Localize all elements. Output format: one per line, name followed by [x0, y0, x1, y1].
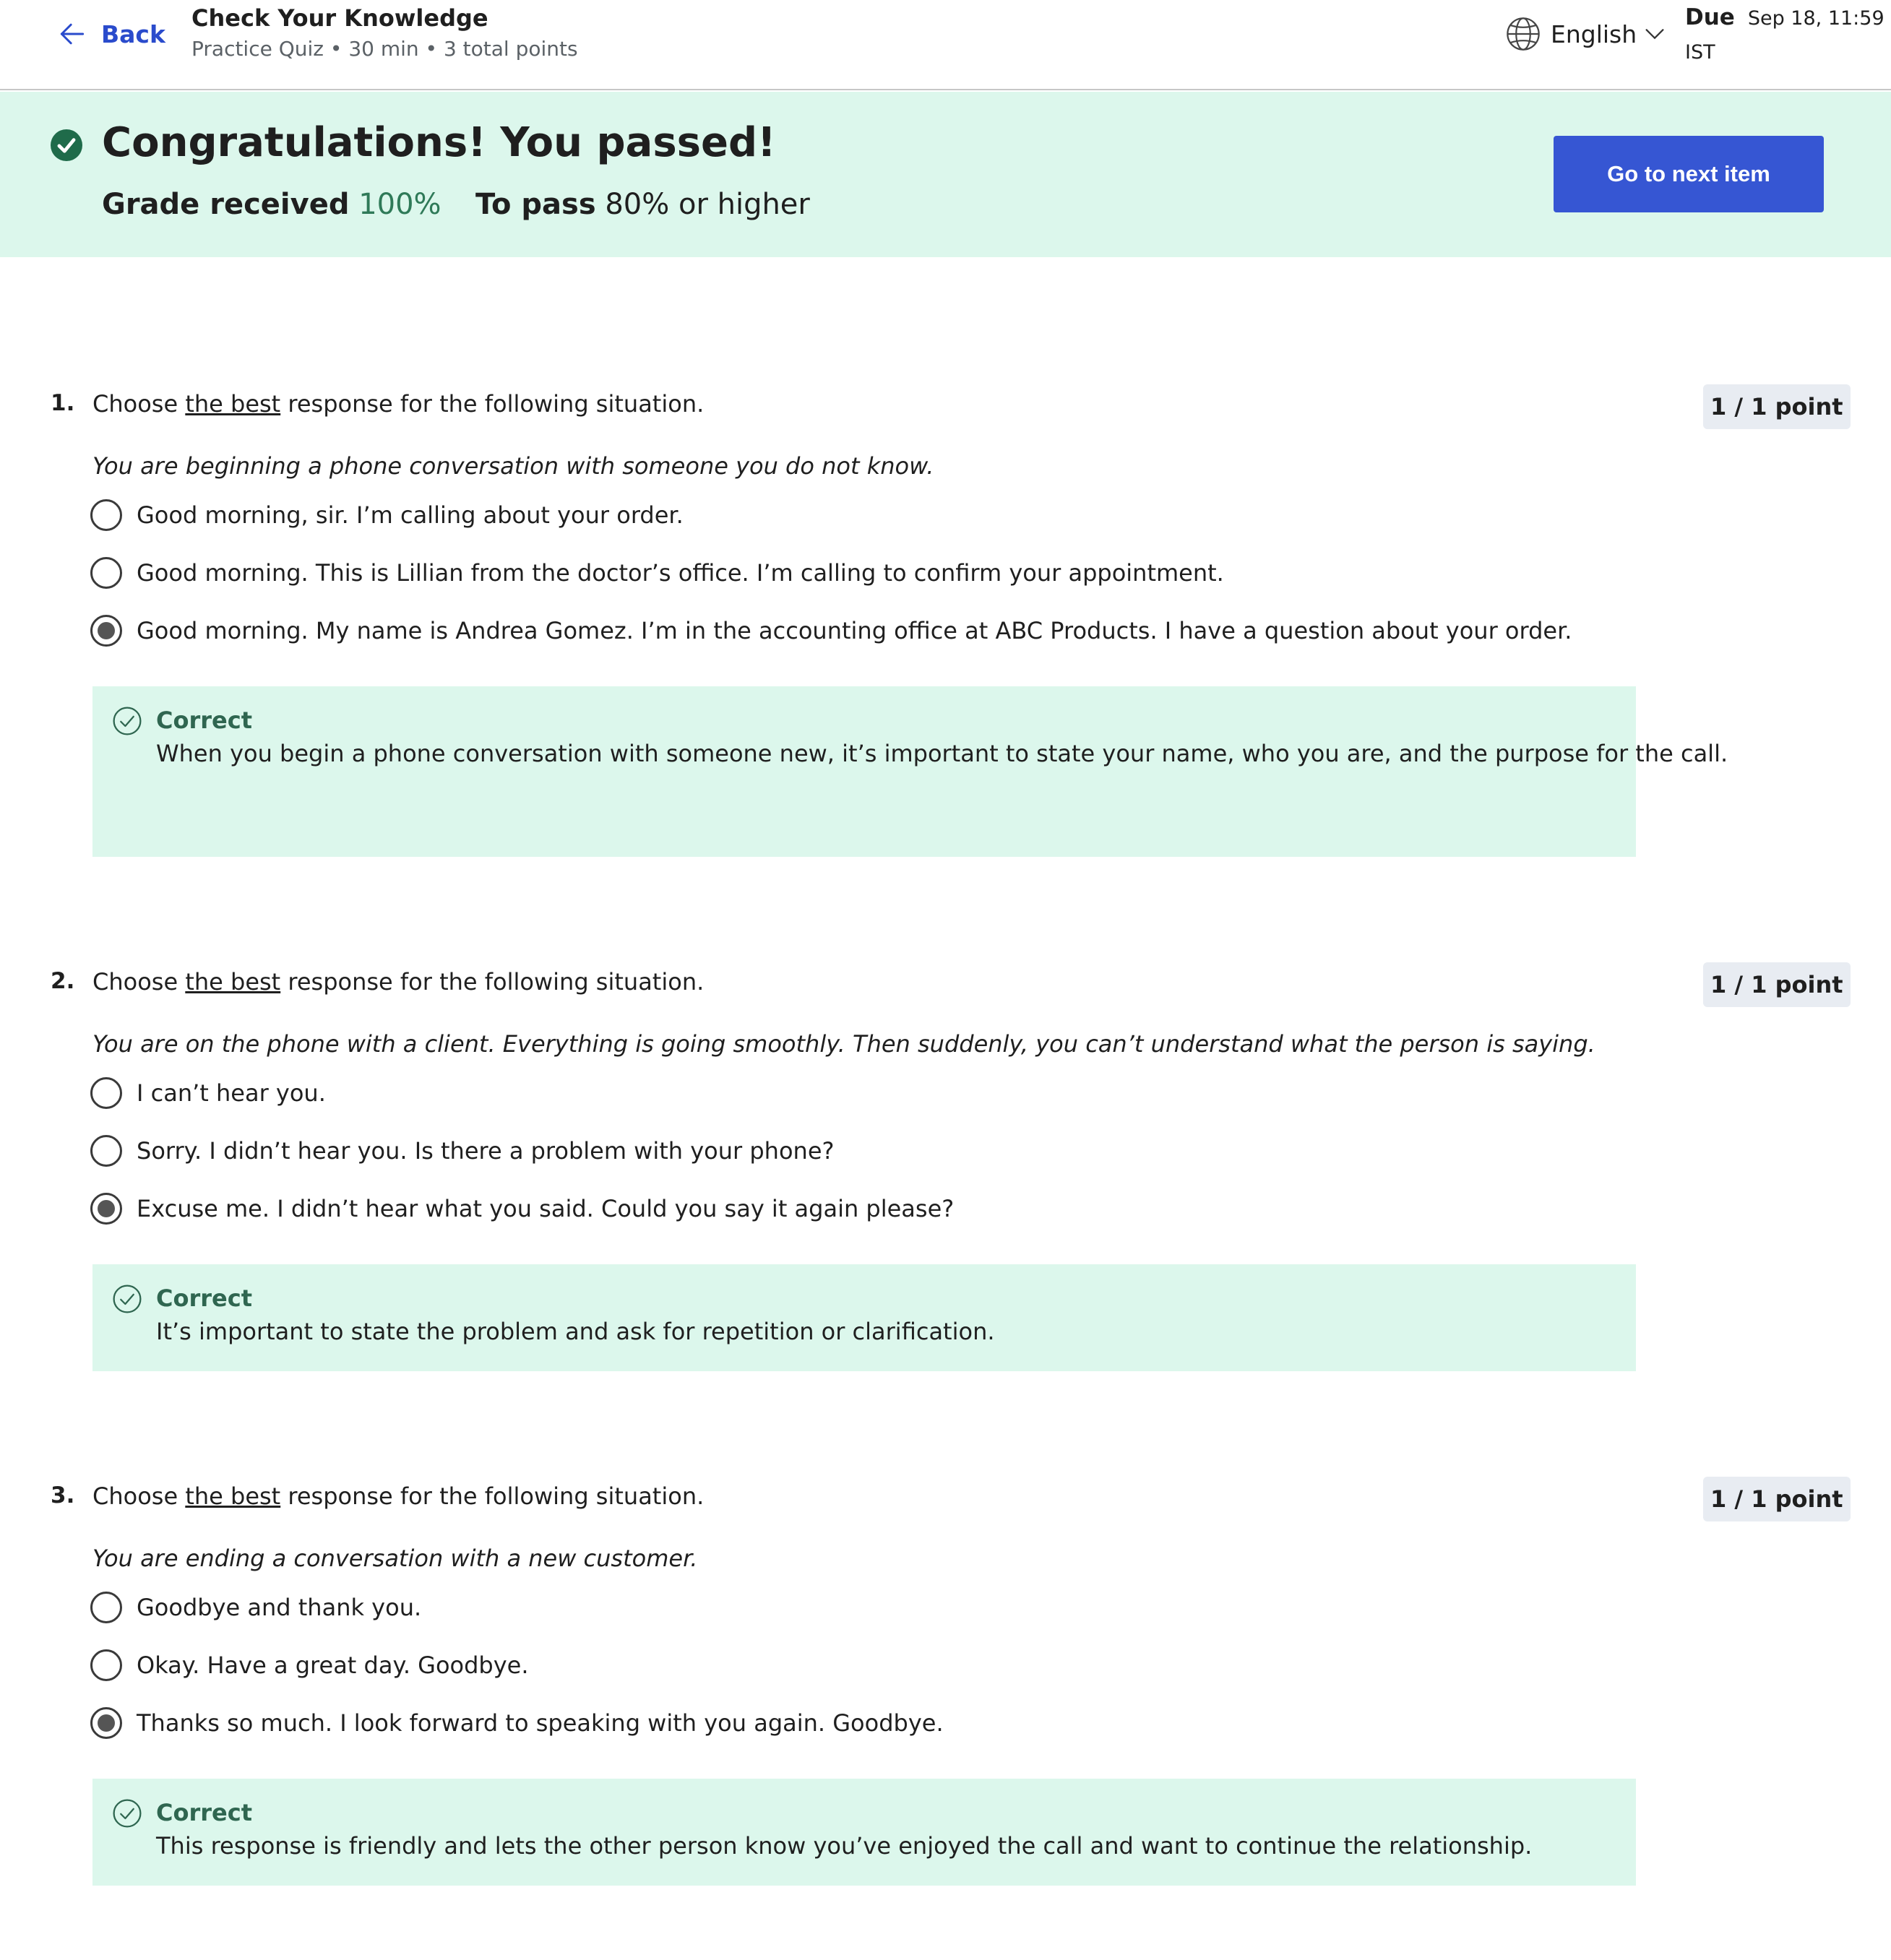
radio-dot — [98, 1200, 115, 1217]
radio-unselected[interactable] — [90, 499, 122, 531]
check-circle-icon — [51, 129, 82, 161]
radio-dot — [98, 622, 115, 639]
radio-unselected[interactable] — [90, 1135, 122, 1167]
points-badge: 1 / 1 point — [1703, 384, 1851, 429]
back-label: Back — [101, 20, 165, 48]
points-badge: 1 / 1 point — [1703, 962, 1851, 1007]
quiz-meta: Practice Quiz • 30 min • 3 total points — [191, 37, 578, 61]
chevron-down-icon — [1645, 29, 1664, 40]
feedback-text: This response is friendly and lets the o… — [156, 1832, 1533, 1860]
due-timezone: IST — [1685, 41, 1715, 64]
feedback-label: Correct — [156, 1799, 252, 1826]
answer-option-label: Excuse me. I didn’t hear what you said. … — [137, 1195, 955, 1222]
answer-option-label: Goodbye and thank you. — [137, 1594, 422, 1621]
due-date: Sep 18, 11:59 PM — [1747, 7, 1891, 30]
question-prompt: Choose the best response for the followi… — [92, 1482, 704, 1510]
question-prompt: Choose the best response for the followi… — [92, 390, 704, 418]
prompt-text: Choose — [92, 390, 186, 418]
question-scenario: You are on the phone with a client. Ever… — [92, 1030, 1595, 1058]
check-circle-outline-icon — [113, 707, 142, 735]
grade-summary: Grade received 100% To pass 80% or highe… — [102, 188, 810, 221]
answer-option[interactable]: I can’t hear you. — [90, 1076, 326, 1110]
radio-dot — [98, 1714, 115, 1732]
radio-selected[interactable] — [90, 1707, 122, 1739]
arrow-left-icon — [60, 23, 85, 45]
radio-unselected[interactable] — [90, 1077, 122, 1109]
answer-option-label: Thanks so much. I look forward to speaki… — [137, 1709, 944, 1737]
answer-option[interactable]: Good morning, sir. I’m calling about you… — [90, 498, 684, 532]
pass-title: Congratulations! You passed! — [102, 119, 776, 166]
question-number: 1. — [51, 390, 75, 416]
answer-option-label: Sorry. I didn’t hear you. Is there a pro… — [137, 1137, 835, 1165]
answer-option[interactable]: Good morning. My name is Andrea Gomez. I… — [90, 613, 1572, 648]
question-prompt: Choose the best response for the followi… — [92, 968, 704, 996]
pass-threshold-label: To pass — [475, 188, 596, 221]
answer-option[interactable]: Goodbye and thank you. — [90, 1590, 421, 1625]
answer-option-label: I can’t hear you. — [137, 1079, 326, 1107]
question-number: 2. — [51, 968, 75, 994]
answer-option[interactable]: Thanks so much. I look forward to speaki… — [90, 1706, 944, 1740]
check-circle-outline-icon — [113, 1285, 142, 1313]
pass-threshold-value: 80% or higher — [605, 188, 810, 221]
radio-selected[interactable] — [90, 1193, 122, 1225]
due-info: Due Sep 18, 11:59 PM IST — [1685, 1, 1891, 71]
radio-unselected[interactable] — [90, 1649, 122, 1681]
feedback-text: It’s important to state the problem and … — [156, 1318, 995, 1345]
question-scenario: You are beginning a phone conversation w… — [92, 452, 934, 480]
answer-option[interactable]: Sorry. I didn’t hear you. Is there a pro… — [90, 1134, 834, 1168]
go-to-next-item-button[interactable]: Go to next item — [1554, 136, 1824, 212]
language-selector[interactable]: English — [1504, 14, 1667, 53]
prompt-text: response for the following situation. — [280, 1482, 705, 1510]
feedback-text: When you begin a phone conversation with… — [156, 740, 1728, 767]
points-badge: 1 / 1 point — [1703, 1477, 1851, 1521]
answer-option[interactable]: Excuse me. I didn’t hear what you said. … — [90, 1191, 954, 1226]
prompt-text: response for the following situation. — [280, 390, 705, 418]
answer-option[interactable]: Good morning. This is Lillian from the d… — [90, 556, 1224, 590]
globe-icon — [1507, 17, 1540, 51]
answer-option-label: Good morning. This is Lillian from the d… — [137, 559, 1224, 587]
question-scenario: You are ending a conversation with a new… — [92, 1545, 698, 1572]
question-number: 3. — [51, 1482, 75, 1508]
feedback-label: Correct — [156, 1285, 252, 1312]
prompt-text: Choose — [92, 968, 186, 996]
answer-feedback: Correct When you begin a phone conversat… — [92, 686, 1728, 857]
radio-unselected[interactable] — [90, 1592, 122, 1623]
feedback-label: Correct — [156, 707, 252, 734]
answer-feedback: Correct This response is friendly and le… — [92, 1779, 1636, 1886]
answer-option[interactable]: Okay. Have a great day. Goodbye. — [90, 1648, 529, 1683]
grade-value: 100% — [358, 188, 441, 221]
quiz-title-block: Check Your Knowledge Practice Quiz • 30 … — [191, 3, 578, 65]
top-bar: Back Check Your Knowledge Practice Quiz … — [0, 0, 1891, 90]
prompt-emphasis: the best — [185, 968, 281, 996]
grade-label: Grade received — [102, 188, 350, 221]
answer-option-label: Good morning. My name is Andrea Gomez. I… — [137, 617, 1572, 644]
answer-option-label: Okay. Have a great day. Goodbye. — [137, 1652, 529, 1679]
radio-selected[interactable] — [90, 615, 122, 647]
prompt-emphasis: the best — [185, 1482, 281, 1510]
answer-option-label: Good morning, sir. I’m calling about you… — [137, 501, 684, 529]
prompt-emphasis: the best — [185, 390, 281, 418]
due-label: Due — [1685, 4, 1735, 30]
check-circle-outline-icon — [113, 1799, 142, 1828]
answer-feedback: Correct It’s important to state the prob… — [92, 1264, 1636, 1371]
language-label: English — [1551, 20, 1637, 48]
radio-unselected[interactable] — [90, 557, 122, 589]
back-button[interactable]: Back — [56, 16, 165, 52]
quiz-title: Check Your Knowledge — [191, 4, 488, 32]
prompt-text: Choose — [92, 1482, 186, 1510]
prompt-text: response for the following situation. — [280, 968, 705, 996]
pass-banner: Congratulations! You passed! Grade recei… — [0, 92, 1891, 257]
